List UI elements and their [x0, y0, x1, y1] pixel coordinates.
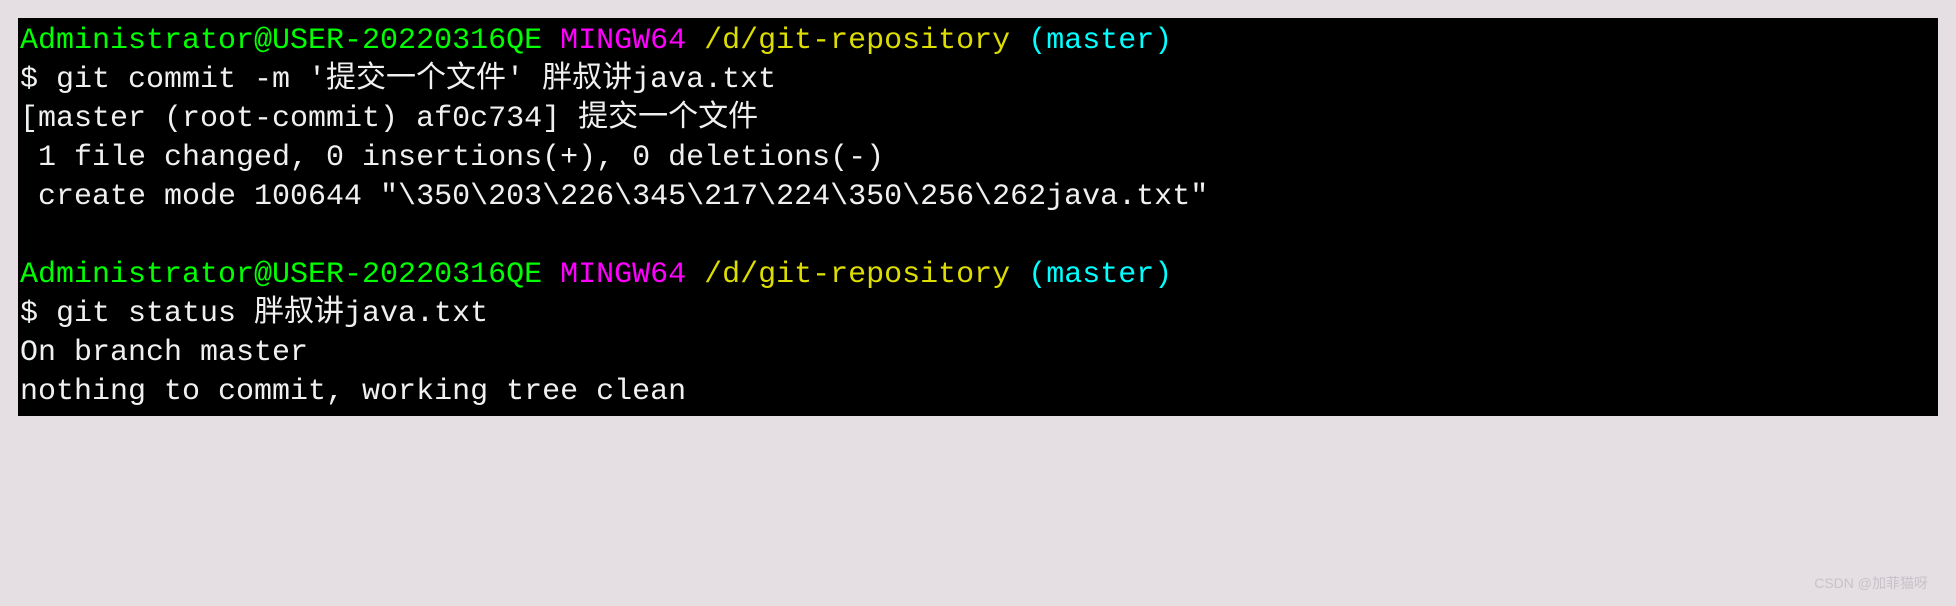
watermark-text: CSDN @加菲猫呀: [1814, 574, 1928, 592]
prompt-symbol: $: [20, 63, 56, 97]
prompt-line-2: Administrator@USER-20220316QE MINGW64 /d…: [20, 256, 1936, 295]
user-host: Administrator@USER-20220316QE: [20, 24, 542, 58]
prompt-symbol: $: [20, 297, 56, 331]
current-path: /d/git-repository: [704, 24, 1010, 58]
shell-type: MINGW64: [542, 258, 704, 292]
output-nothing-commit: nothing to commit, working tree clean: [20, 373, 1936, 412]
git-branch: (master): [1010, 24, 1172, 58]
command-line-2: $ git status 胖叔讲java.txt: [20, 295, 1936, 334]
output-on-branch: On branch master: [20, 334, 1936, 373]
command-line-1: $ git commit -m '提交一个文件' 胖叔讲java.txt: [20, 61, 1936, 100]
command-text: git status 胖叔讲java.txt: [56, 297, 488, 331]
shell-type: MINGW64: [542, 24, 704, 58]
prompt-line-1: Administrator@USER-20220316QE MINGW64 /d…: [20, 22, 1936, 61]
blank-line: [20, 217, 1936, 256]
output-create-mode: create mode 100644 "\350\203\226\345\217…: [20, 178, 1936, 217]
git-branch: (master): [1010, 258, 1172, 292]
terminal-window[interactable]: Administrator@USER-20220316QE MINGW64 /d…: [18, 18, 1938, 416]
command-text: git commit -m '提交一个文件' 胖叔讲java.txt: [56, 63, 776, 97]
output-files-changed: 1 file changed, 0 insertions(+), 0 delet…: [20, 139, 1936, 178]
current-path: /d/git-repository: [704, 258, 1010, 292]
user-host: Administrator@USER-20220316QE: [20, 258, 542, 292]
output-commit-header: [master (root-commit) af0c734] 提交一个文件: [20, 100, 1936, 139]
